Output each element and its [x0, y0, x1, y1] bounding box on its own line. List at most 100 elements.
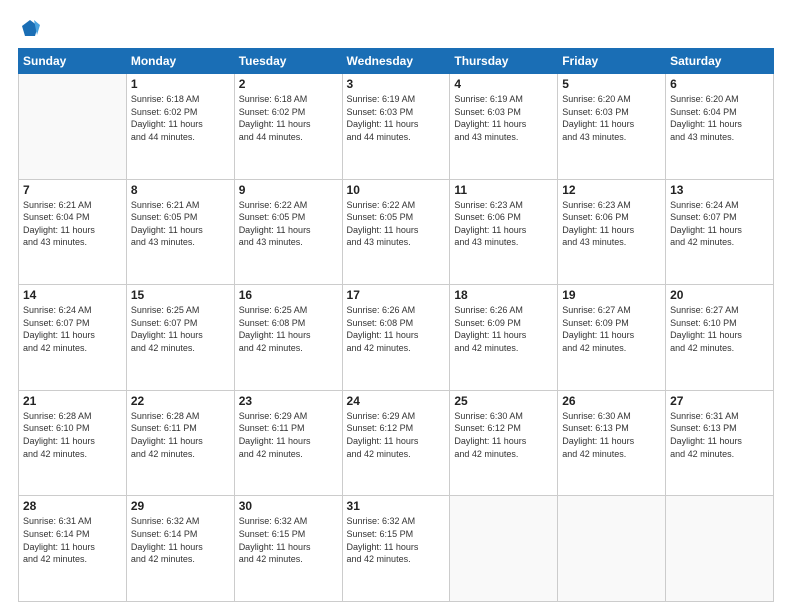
calendar-cell: 29 Sunrise: 6:32 AMSunset: 6:14 PMDayligh…: [126, 496, 234, 602]
calendar-cell: 6 Sunrise: 6:20 AMSunset: 6:04 PMDaylight…: [666, 74, 774, 180]
day-number: 22: [131, 394, 230, 408]
calendar-cell: 18 Sunrise: 6:26 AMSunset: 6:09 PMDayligh…: [450, 285, 558, 391]
day-info: Sunrise: 6:20 AMSunset: 6:04 PMDaylight:…: [670, 93, 769, 143]
day-header-tuesday: Tuesday: [234, 49, 342, 74]
day-number: 17: [347, 288, 446, 302]
day-number: 23: [239, 394, 338, 408]
day-number: 4: [454, 77, 553, 91]
calendar-cell: 4 Sunrise: 6:19 AMSunset: 6:03 PMDaylight…: [450, 74, 558, 180]
day-info: Sunrise: 6:31 AMSunset: 6:13 PMDaylight:…: [670, 410, 769, 460]
calendar-cell: 15 Sunrise: 6:25 AMSunset: 6:07 PMDayligh…: [126, 285, 234, 391]
calendar-cell: 2 Sunrise: 6:18 AMSunset: 6:02 PMDaylight…: [234, 74, 342, 180]
calendar-header-row: SundayMondayTuesdayWednesdayThursdayFrid…: [19, 49, 774, 74]
logo-icon: [20, 18, 40, 38]
day-number: 7: [23, 183, 122, 197]
calendar-cell: [666, 496, 774, 602]
day-number: 20: [670, 288, 769, 302]
day-number: 14: [23, 288, 122, 302]
calendar-cell: 21Sunrise: 6:28 AMSunset: 6:10 PMDayligh…: [19, 390, 127, 496]
day-number: 11: [454, 183, 553, 197]
day-info: Sunrise: 6:26 AMSunset: 6:09 PMDaylight:…: [454, 304, 553, 354]
day-number: 2: [239, 77, 338, 91]
day-header-thursday: Thursday: [450, 49, 558, 74]
day-info: Sunrise: 6:28 AMSunset: 6:11 PMDaylight:…: [131, 410, 230, 460]
calendar-cell: 25 Sunrise: 6:30 AMSunset: 6:12 PMDayligh…: [450, 390, 558, 496]
day-info: Sunrise: 6:32 AMSunset: 6:14 PMDaylight:…: [131, 515, 230, 565]
day-info: Sunrise: 6:24 AMSunset: 6:07 PMDaylight:…: [23, 304, 122, 354]
calendar-cell: 23 Sunrise: 6:29 AMSunset: 6:11 PMDayligh…: [234, 390, 342, 496]
day-number: 6: [670, 77, 769, 91]
day-info: Sunrise: 6:28 AMSunset: 6:10 PMDaylight:…: [23, 410, 122, 460]
calendar-cell: 26 Sunrise: 6:30 AMSunset: 6:13 PMDayligh…: [558, 390, 666, 496]
day-number: 12: [562, 183, 661, 197]
calendar-cell: 24Sunrise: 6:29 AMSunset: 6:12 PMDayligh…: [342, 390, 450, 496]
calendar-cell: 13Sunrise: 6:24 AMSunset: 6:07 PMDayligh…: [666, 179, 774, 285]
day-header-wednesday: Wednesday: [342, 49, 450, 74]
calendar-cell: 30 Sunrise: 6:32 AMSunset: 6:15 PMDayligh…: [234, 496, 342, 602]
calendar-cell: 17 Sunrise: 6:26 AMSunset: 6:08 PMDayligh…: [342, 285, 450, 391]
day-info: Sunrise: 6:19 AMSunset: 6:03 PMDaylight:…: [454, 93, 553, 143]
day-info: Sunrise: 6:24 AMSunset: 6:07 PMDaylight:…: [670, 199, 769, 249]
day-info: Sunrise: 6:22 AMSunset: 6:05 PMDaylight:…: [239, 199, 338, 249]
day-info: Sunrise: 6:23 AMSunset: 6:06 PMDaylight:…: [454, 199, 553, 249]
day-info: Sunrise: 6:29 AMSunset: 6:11 PMDaylight:…: [239, 410, 338, 460]
logo: [18, 18, 40, 38]
day-number: 10: [347, 183, 446, 197]
day-number: 28: [23, 499, 122, 513]
calendar-cell: 9 Sunrise: 6:22 AMSunset: 6:05 PMDaylight…: [234, 179, 342, 285]
day-number: 29: [131, 499, 230, 513]
calendar-cell: 27Sunrise: 6:31 AMSunset: 6:13 PMDayligh…: [666, 390, 774, 496]
calendar-cell: 11 Sunrise: 6:23 AMSunset: 6:06 PMDayligh…: [450, 179, 558, 285]
day-info: Sunrise: 6:26 AMSunset: 6:08 PMDaylight:…: [347, 304, 446, 354]
day-info: Sunrise: 6:27 AMSunset: 6:10 PMDaylight:…: [670, 304, 769, 354]
calendar-cell: 12 Sunrise: 6:23 AMSunset: 6:06 PMDayligh…: [558, 179, 666, 285]
calendar-week-5: 28 Sunrise: 6:31 AMSunset: 6:14 PMDayligh…: [19, 496, 774, 602]
calendar-cell: 28 Sunrise: 6:31 AMSunset: 6:14 PMDayligh…: [19, 496, 127, 602]
day-number: 18: [454, 288, 553, 302]
calendar-week-1: 1 Sunrise: 6:18 AMSunset: 6:02 PMDaylight…: [19, 74, 774, 180]
day-info: Sunrise: 6:29 AMSunset: 6:12 PMDaylight:…: [347, 410, 446, 460]
calendar-cell: 14 Sunrise: 6:24 AMSunset: 6:07 PMDayligh…: [19, 285, 127, 391]
day-number: 3: [347, 77, 446, 91]
day-info: Sunrise: 6:32 AMSunset: 6:15 PMDaylight:…: [347, 515, 446, 565]
calendar-cell: [558, 496, 666, 602]
day-number: 25: [454, 394, 553, 408]
day-info: Sunrise: 6:30 AMSunset: 6:12 PMDaylight:…: [454, 410, 553, 460]
day-info: Sunrise: 6:25 AMSunset: 6:07 PMDaylight:…: [131, 304, 230, 354]
day-number: 26: [562, 394, 661, 408]
calendar-cell: 22 Sunrise: 6:28 AMSunset: 6:11 PMDayligh…: [126, 390, 234, 496]
calendar-cell: 8Sunrise: 6:21 AMSunset: 6:05 PMDaylight…: [126, 179, 234, 285]
day-header-monday: Monday: [126, 49, 234, 74]
calendar-week-2: 7 Sunrise: 6:21 AMSunset: 6:04 PMDaylight…: [19, 179, 774, 285]
day-header-friday: Friday: [558, 49, 666, 74]
day-info: Sunrise: 6:32 AMSunset: 6:15 PMDaylight:…: [239, 515, 338, 565]
day-info: Sunrise: 6:27 AMSunset: 6:09 PMDaylight:…: [562, 304, 661, 354]
day-number: 9: [239, 183, 338, 197]
calendar-cell: 16Sunrise: 6:25 AMSunset: 6:08 PMDayligh…: [234, 285, 342, 391]
calendar-cell: 31 Sunrise: 6:32 AMSunset: 6:15 PMDayligh…: [342, 496, 450, 602]
calendar-cell: [19, 74, 127, 180]
day-header-saturday: Saturday: [666, 49, 774, 74]
day-number: 1: [131, 77, 230, 91]
day-info: Sunrise: 6:23 AMSunset: 6:06 PMDaylight:…: [562, 199, 661, 249]
calendar-cell: 20 Sunrise: 6:27 AMSunset: 6:10 PMDayligh…: [666, 285, 774, 391]
calendar-cell: 5Sunrise: 6:20 AMSunset: 6:03 PMDaylight…: [558, 74, 666, 180]
day-number: 15: [131, 288, 230, 302]
day-number: 30: [239, 499, 338, 513]
day-info: Sunrise: 6:21 AMSunset: 6:04 PMDaylight:…: [23, 199, 122, 249]
calendar-cell: 19 Sunrise: 6:27 AMSunset: 6:09 PMDayligh…: [558, 285, 666, 391]
day-info: Sunrise: 6:19 AMSunset: 6:03 PMDaylight:…: [347, 93, 446, 143]
calendar-cell: 7 Sunrise: 6:21 AMSunset: 6:04 PMDaylight…: [19, 179, 127, 285]
day-number: 16: [239, 288, 338, 302]
day-info: Sunrise: 6:30 AMSunset: 6:13 PMDaylight:…: [562, 410, 661, 460]
day-info: Sunrise: 6:22 AMSunset: 6:05 PMDaylight:…: [347, 199, 446, 249]
day-info: Sunrise: 6:18 AMSunset: 6:02 PMDaylight:…: [239, 93, 338, 143]
calendar-cell: [450, 496, 558, 602]
calendar-week-3: 14 Sunrise: 6:24 AMSunset: 6:07 PMDayligh…: [19, 285, 774, 391]
header: [18, 18, 774, 38]
calendar-cell: 1Sunrise: 6:18 AMSunset: 6:02 PMDaylight…: [126, 74, 234, 180]
day-info: Sunrise: 6:31 AMSunset: 6:14 PMDaylight:…: [23, 515, 122, 565]
day-header-sunday: Sunday: [19, 49, 127, 74]
day-number: 31: [347, 499, 446, 513]
day-number: 19: [562, 288, 661, 302]
